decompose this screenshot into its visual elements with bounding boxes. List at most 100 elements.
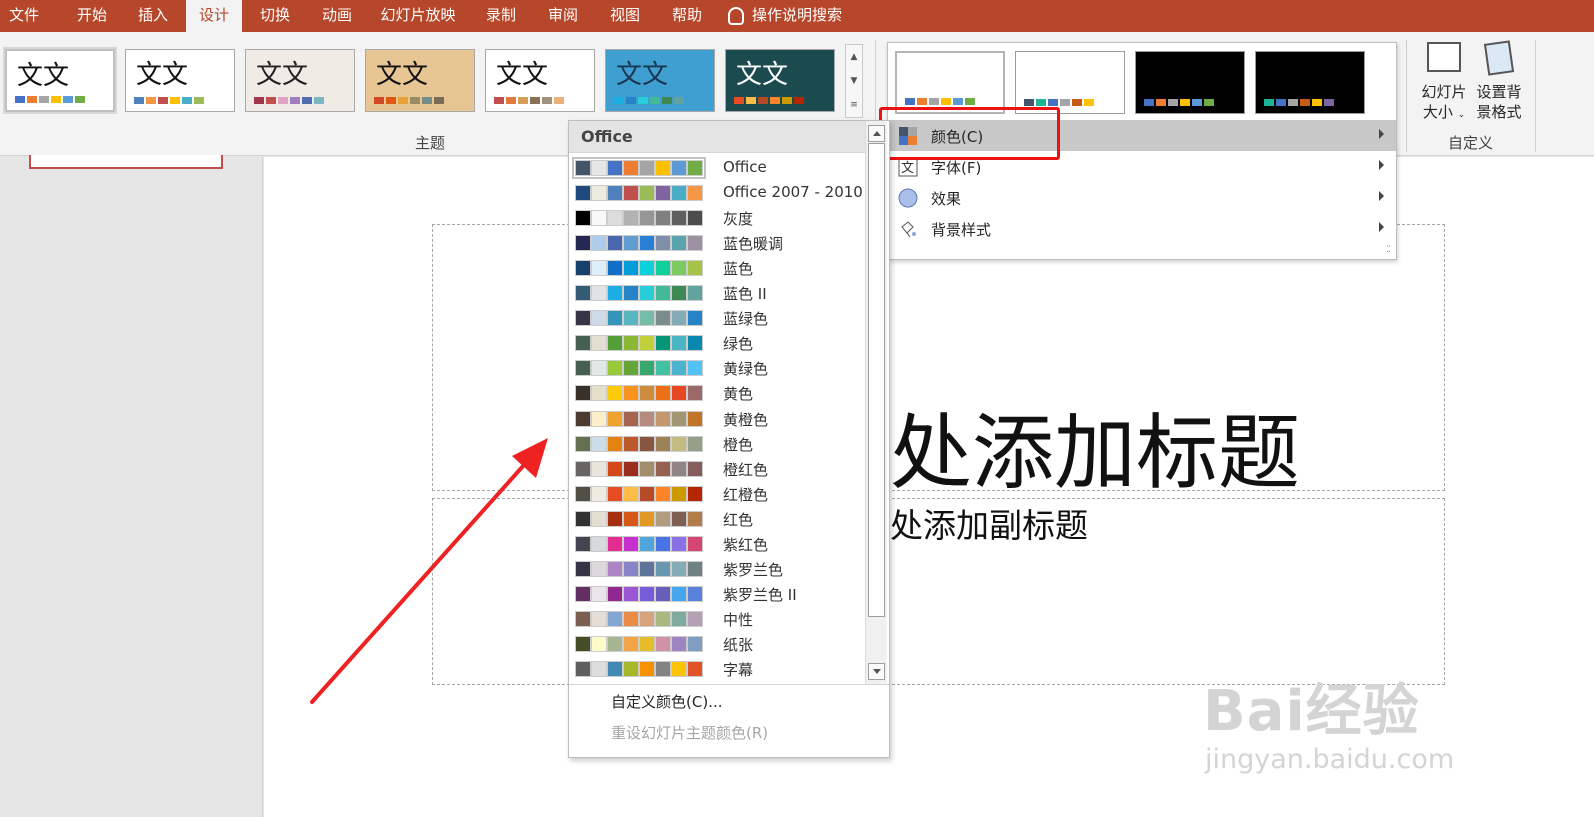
slide-size-button[interactable]: 幻灯片 大小 ⌄ bbox=[1414, 42, 1474, 125]
format-background-button[interactable]: 设置背 景格式 bbox=[1469, 40, 1529, 122]
color-scheme-item[interactable]: 蓝色 II bbox=[573, 280, 865, 305]
color-swatch bbox=[1324, 99, 1334, 106]
color-scheme-item[interactable]: 黄绿色 bbox=[573, 355, 865, 380]
scroll-thumb[interactable] bbox=[868, 143, 885, 617]
customize-colors-item[interactable]: 自定义颜色(C)... bbox=[611, 691, 722, 712]
menu-item-effects[interactable]: 效果 bbox=[889, 182, 1396, 213]
tab-record[interactable]: 录制 bbox=[470, 0, 532, 32]
theme-swatches bbox=[614, 97, 686, 104]
color-scheme-item[interactable]: 纸张 bbox=[573, 631, 865, 656]
resize-grip-icon[interactable]: ⁚⁚ bbox=[1386, 245, 1391, 255]
theme-gallery-scroll[interactable]: ▲ ▼ ≡ bbox=[845, 44, 863, 118]
theme-thumbnail[interactable]: 文文 bbox=[125, 49, 235, 112]
color-swatch bbox=[398, 97, 408, 104]
scroll-up-button[interactable] bbox=[868, 125, 885, 142]
color-scheme-name: 绿色 bbox=[723, 335, 754, 354]
resize-grip-icon[interactable]: ····· bbox=[717, 735, 738, 746]
color-scheme-item[interactable]: 红色 bbox=[573, 506, 865, 531]
color-swatch bbox=[639, 661, 655, 677]
color-scheme-item[interactable]: 紫红色 bbox=[573, 531, 865, 556]
variant-thumbnail[interactable] bbox=[895, 51, 1005, 114]
theme-thumbnail[interactable]: 文文 bbox=[485, 49, 595, 112]
variant-thumbnail[interactable] bbox=[1015, 51, 1125, 114]
color-swatch bbox=[782, 97, 792, 104]
watermark-url: jingyan.baidu.com bbox=[1205, 744, 1455, 775]
color-scheme-item[interactable]: 黄色 bbox=[573, 380, 865, 405]
gallery-down-icon[interactable]: ▼ bbox=[846, 69, 862, 93]
color-swatch bbox=[575, 310, 591, 327]
color-swatch bbox=[607, 610, 623, 627]
color-swatch bbox=[1276, 99, 1286, 106]
color-swatch bbox=[134, 97, 144, 104]
color-scheme-item[interactable]: 蓝绿色 bbox=[573, 305, 865, 330]
color-scheme-item[interactable]: Office 2007 - 2010 bbox=[573, 180, 865, 205]
color-swatch bbox=[671, 310, 687, 327]
theme-thumbnail[interactable]: 文文 bbox=[605, 49, 715, 112]
color-scheme-name: 橙色 bbox=[723, 435, 754, 454]
color-scheme-item[interactable]: 蓝色暖调 bbox=[573, 230, 865, 255]
tab-design[interactable]: 设计 bbox=[186, 0, 242, 32]
tab-review[interactable]: 审阅 bbox=[532, 0, 594, 32]
color-swatch bbox=[591, 435, 607, 452]
color-swatch bbox=[671, 260, 687, 277]
color-swatch bbox=[671, 585, 687, 602]
color-scheme-item[interactable]: 黄橙色 bbox=[573, 406, 865, 431]
tab-view[interactable]: 视图 bbox=[594, 0, 656, 32]
tab-home[interactable]: 开始 bbox=[62, 0, 122, 32]
color-scheme-item[interactable]: 橙色 bbox=[573, 431, 865, 456]
color-swatch bbox=[15, 96, 25, 103]
color-scheme-item[interactable]: Office bbox=[572, 155, 865, 180]
color-swatch bbox=[639, 260, 655, 277]
reset-theme-colors-item[interactable]: 重设幻灯片主题颜色(R) bbox=[611, 722, 768, 743]
menu-item-background-styles[interactable]: 背景样式 bbox=[889, 213, 1396, 244]
color-scheme-item[interactable]: 字幕 bbox=[573, 656, 865, 681]
color-scheme-item[interactable]: 灰度 bbox=[573, 205, 865, 230]
slide-thumbnail[interactable] bbox=[29, 155, 223, 169]
title-placeholder-text: 处添加标题 bbox=[890, 406, 1301, 501]
color-swatch bbox=[687, 585, 703, 602]
tab-file[interactable]: 文件 bbox=[0, 0, 48, 32]
annotation-highlight-box bbox=[879, 107, 1060, 160]
color-swatch bbox=[671, 485, 687, 502]
scroll-down-button[interactable] bbox=[868, 663, 885, 680]
color-swatch bbox=[575, 210, 591, 227]
color-swatch bbox=[591, 585, 607, 602]
color-scheme-item[interactable]: 橙红色 bbox=[573, 456, 865, 481]
color-swatch bbox=[623, 160, 639, 176]
color-swatch bbox=[607, 235, 623, 252]
chevron-down-icon bbox=[873, 669, 881, 674]
theme-thumbnail[interactable]: 文文 bbox=[725, 49, 835, 112]
color-scheme-item[interactable]: 蓝色 bbox=[573, 255, 865, 280]
gallery-more-icon[interactable]: ≡ bbox=[846, 93, 862, 117]
color-swatch bbox=[591, 610, 607, 627]
theme-thumbnail[interactable]: 文文 bbox=[245, 49, 355, 112]
color-swatch bbox=[591, 185, 607, 202]
color-swatch bbox=[671, 535, 687, 552]
tab-slideshow[interactable]: 幻灯片放映 bbox=[368, 0, 468, 32]
color-swatch bbox=[623, 210, 639, 227]
colors-scrollbar[interactable] bbox=[865, 121, 887, 684]
color-scheme-item[interactable]: 紫罗兰色 bbox=[573, 556, 865, 581]
theme-group-label: 主题 bbox=[415, 134, 446, 152]
gallery-up-icon[interactable]: ▲ bbox=[846, 45, 862, 69]
color-swatch bbox=[374, 97, 384, 104]
variant-thumbnail[interactable] bbox=[1255, 51, 1365, 114]
colors-dropdown: Office Office Office 2007 - 2010 灰度 蓝色暖调 蓝色蓝… bbox=[568, 120, 890, 758]
color-scheme-item[interactable]: 绿色 bbox=[573, 330, 865, 355]
color-swatch bbox=[655, 661, 671, 677]
color-scheme-item[interactable]: 红橙色 bbox=[573, 481, 865, 506]
tab-animations[interactable]: 动画 bbox=[306, 0, 368, 32]
tab-transitions[interactable]: 切换 bbox=[244, 0, 306, 32]
color-swatch bbox=[591, 485, 607, 502]
color-scheme-name: Office bbox=[723, 158, 767, 176]
tab-help[interactable]: 帮助 bbox=[656, 0, 718, 32]
variant-thumbnail[interactable] bbox=[1135, 51, 1245, 114]
theme-thumbnail[interactable]: 文文 bbox=[365, 49, 475, 112]
color-scheme-item[interactable]: 中性 bbox=[573, 606, 865, 631]
theme-thumbnail-text: 文文 bbox=[256, 60, 309, 90]
tab-insert[interactable]: 插入 bbox=[122, 0, 184, 32]
theme-thumbnail[interactable]: 文文 bbox=[5, 49, 115, 112]
color-scheme-item[interactable]: 紫罗兰色 II bbox=[573, 581, 865, 606]
tell-me-search[interactable]: 操作说明搜索 bbox=[728, 0, 888, 32]
annotation-arrow bbox=[310, 438, 548, 704]
